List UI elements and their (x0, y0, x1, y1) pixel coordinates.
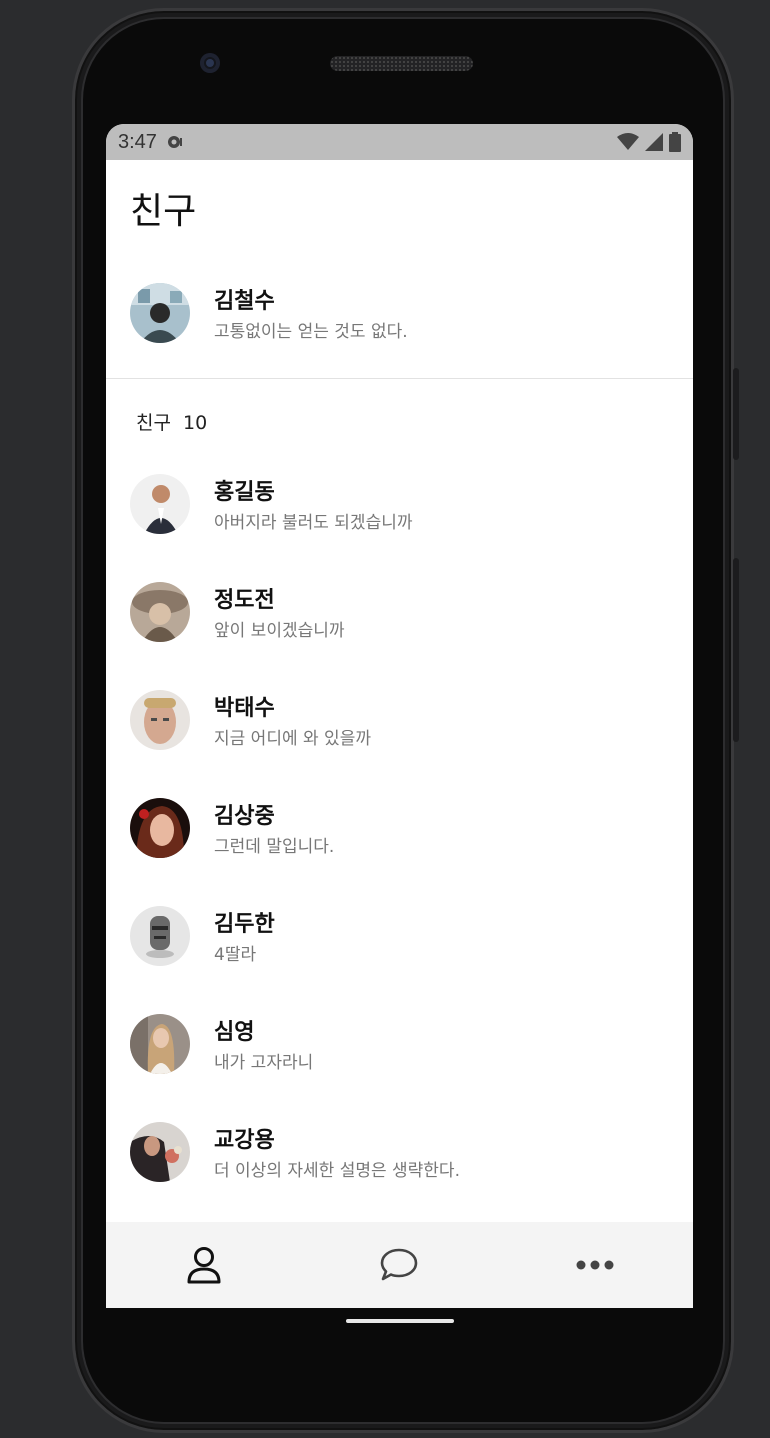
nav-more-button[interactable] (560, 1235, 630, 1295)
friend-status: 더 이상의 자세한 설명은 생략한다. (214, 1161, 460, 1181)
my-status-message: 고통없이는 얻는 것도 없다. (214, 322, 408, 342)
section-divider (106, 378, 693, 379)
nav-chats-button[interactable] (364, 1235, 434, 1295)
friends-label: 친구 (136, 412, 171, 434)
friend-avatar[interactable] (130, 798, 190, 858)
notification-icon (167, 136, 182, 148)
my-profile-row[interactable]: 김철수 고통없이는 얻는 것도 없다. (106, 273, 693, 353)
status-bar: 3:47 (106, 124, 693, 160)
friend-avatar[interactable] (130, 1122, 190, 1182)
friend-avatar[interactable] (130, 690, 190, 750)
chat-bubble-icon (381, 1248, 418, 1281)
person-icon (187, 1247, 221, 1284)
friend-status: 앞이 보이겠습니까 (214, 621, 345, 641)
friend-row[interactable]: 김두한 4딸라 (106, 896, 693, 976)
friend-name: 박태수 (214, 696, 275, 721)
friend-avatar[interactable] (130, 1014, 190, 1074)
friend-avatar[interactable] (130, 474, 190, 534)
friend-name: 심영 (214, 1020, 255, 1045)
friend-name: 김상중 (214, 804, 275, 829)
friend-row[interactable]: 정도전 앞이 보이겠습니까 (106, 572, 693, 652)
front-camera (200, 53, 220, 73)
my-name: 김철수 (214, 289, 275, 314)
friend-name: 김두한 (214, 912, 275, 937)
friends-section-label: 친구 10 (136, 408, 207, 435)
friend-avatar[interactable] (130, 906, 190, 966)
friend-status: 아버지라 불러도 되겠습니까 (214, 513, 413, 533)
friend-avatar[interactable] (130, 582, 190, 642)
home-indicator[interactable] (346, 1319, 454, 1323)
friend-row[interactable]: 김상중 그런데 말입니다. (106, 788, 693, 868)
my-avatar[interactable] (130, 283, 190, 343)
more-dots-icon (576, 1260, 614, 1270)
friend-status: 내가 고자라니 (214, 1053, 314, 1073)
battery-icon (669, 132, 681, 152)
signal-icon (645, 133, 663, 151)
friend-name: 정도전 (214, 588, 275, 613)
friend-status: 4딸라 (214, 945, 257, 965)
power-button (733, 368, 739, 460)
friend-status: 그런데 말입니다. (214, 837, 335, 857)
wifi-icon (617, 133, 639, 150)
bottom-navigation (106, 1222, 693, 1308)
app-screen: 3:47 친구 김철수 고통없이는 얻는 것도 없다. 친구 10 홍길동 아버… (106, 124, 693, 1308)
friend-row[interactable]: 교강용 더 이상의 자세한 설명은 생략한다. (106, 1112, 693, 1192)
earpiece-speaker (330, 56, 473, 71)
friend-status: 지금 어디에 와 있을까 (214, 729, 371, 749)
friends-count: 10 (183, 412, 208, 434)
friend-row[interactable]: 홍길동 아버지라 불러도 되겠습니까 (106, 464, 693, 544)
friend-row[interactable]: 심영 내가 고자라니 (106, 1004, 693, 1084)
friend-name: 교강용 (214, 1128, 275, 1153)
status-time: 3:47 (118, 130, 157, 153)
friend-row[interactable]: 박태수 지금 어디에 와 있을까 (106, 680, 693, 760)
volume-button (733, 558, 739, 742)
page-title: 친구 (130, 191, 197, 232)
friend-name: 홍길동 (214, 480, 275, 505)
nav-friends-button[interactable] (169, 1235, 239, 1295)
